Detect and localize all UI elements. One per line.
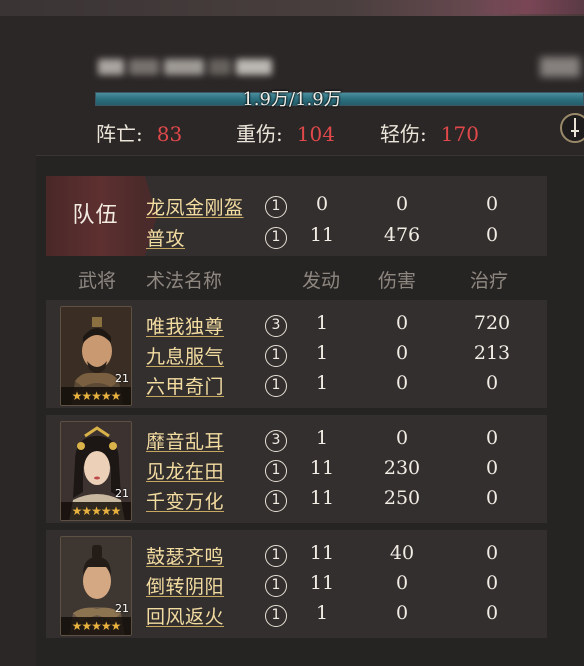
general-2-row-2-skill-name[interactable]: 见龙在田 bbox=[146, 457, 224, 484]
general-portrait-1[interactable]: 21 ★★★★★ bbox=[60, 306, 132, 406]
general-1-level: 21 bbox=[115, 372, 129, 385]
troop-hp-text: 1.9万/1.9万 bbox=[242, 89, 342, 110]
general-3-row-3-triggers: 1 bbox=[315, 602, 329, 624]
stat-heavy-wounded: 重伤: 104 bbox=[236, 118, 335, 147]
general-1-row-1-heal: 720 bbox=[473, 312, 511, 334]
sword-icon[interactable] bbox=[560, 113, 584, 143]
general-3-row-1-damage: 40 bbox=[389, 542, 415, 564]
general-2-row-3-triggers: 11 bbox=[309, 487, 335, 509]
general-3-level: 21 bbox=[115, 602, 129, 615]
general-1-row-2-heal: 213 bbox=[473, 342, 511, 364]
general-portrait-2[interactable]: 21 ★★★★★ bbox=[60, 421, 132, 521]
general-2-row-3-heal: 0 bbox=[485, 487, 499, 509]
general-2-row-2-skill-level: 1 bbox=[265, 460, 287, 482]
stat-dead-label: 阵亡: bbox=[96, 122, 143, 146]
general-1-row-3-heal: 0 bbox=[485, 372, 499, 394]
team-tag: 队伍 bbox=[46, 176, 157, 256]
stat-dead-value: 83 bbox=[156, 122, 183, 146]
general-2-row-1-triggers: 1 bbox=[315, 427, 329, 449]
team-row-2-triggers: 11 bbox=[309, 224, 335, 246]
stat-heavy-value: 104 bbox=[296, 122, 335, 146]
team-row-1-damage: 0 bbox=[395, 193, 409, 215]
general-2-row-2-damage: 230 bbox=[383, 457, 421, 479]
general-2-row-2-heal: 0 bbox=[485, 457, 499, 479]
stat-light-label: 轻伤: bbox=[380, 122, 427, 146]
general-3-row-1-heal: 0 bbox=[485, 542, 499, 564]
general-2-row-3-skill-level: 1 bbox=[265, 490, 287, 512]
general-2-level: 21 bbox=[115, 487, 129, 500]
general-1-row-3-triggers: 1 bbox=[315, 372, 329, 394]
team-row-2-skill-level: 1 bbox=[265, 227, 287, 249]
team-row-2-skill-name[interactable]: 普攻 bbox=[146, 224, 185, 251]
stat-heavy-label: 重伤: bbox=[236, 122, 283, 146]
header-heal: 治疗 bbox=[470, 270, 509, 292]
general-1-row-1-skill-name[interactable]: 唯我独尊 bbox=[146, 312, 224, 339]
team-row-1-skill-level: 1 bbox=[265, 196, 287, 218]
general-1-row-3-skill-level: 1 bbox=[265, 375, 287, 397]
general-3-row-1-triggers: 11 bbox=[309, 542, 335, 564]
stat-light-wounded: 轻伤: 170 bbox=[380, 118, 479, 147]
blurred-right-text bbox=[540, 57, 580, 77]
general-3-row-2-heal: 0 bbox=[485, 572, 499, 594]
general-3-row-3-skill-level: 1 bbox=[265, 605, 287, 627]
general-3-row-3-skill-name[interactable]: 回风返火 bbox=[146, 602, 224, 629]
general-1-row-2-skill-name[interactable]: 九息服气 bbox=[146, 342, 224, 369]
top-decor-accent bbox=[470, 0, 584, 14]
general-3-row-1-skill-level: 1 bbox=[265, 545, 287, 567]
general-2-row-3-skill-name[interactable]: 千变万化 bbox=[146, 487, 224, 514]
general-3-row-1-skill-name[interactable]: 鼓瑟齐鸣 bbox=[146, 542, 224, 569]
general-2-row-1-skill-level: 3 bbox=[265, 430, 287, 452]
team-row-2-damage: 476 bbox=[383, 224, 421, 246]
blurred-player-name bbox=[98, 55, 278, 79]
header-triggers: 发动 bbox=[302, 270, 341, 292]
general-3-stars: ★★★★★ bbox=[61, 617, 131, 635]
general-1-row-1-triggers: 1 bbox=[315, 312, 329, 334]
general-3-row-2-skill-level: 1 bbox=[265, 575, 287, 597]
general-1-row-2-skill-level: 1 bbox=[265, 345, 287, 367]
general-2-row-1-heal: 0 bbox=[485, 427, 499, 449]
general-3-row-2-damage: 0 bbox=[395, 572, 409, 594]
general-3-row-3-heal: 0 bbox=[485, 602, 499, 624]
stat-dead: 阵亡: 83 bbox=[96, 118, 182, 147]
general-1-row-1-damage: 0 bbox=[395, 312, 409, 334]
general-2-row-1-skill-name[interactable]: 靡音乱耳 bbox=[146, 427, 224, 454]
general-portrait-3[interactable]: 21 ★★★★★ bbox=[60, 536, 132, 636]
general-1-row-2-damage: 0 bbox=[395, 342, 409, 364]
general-2-row-1-damage: 0 bbox=[395, 427, 409, 449]
team-row-2-heal: 0 bbox=[485, 224, 499, 246]
team-row-1-heal: 0 bbox=[485, 193, 499, 215]
general-1-row-2-triggers: 1 bbox=[315, 342, 329, 364]
general-1-row-3-skill-name[interactable]: 六甲奇门 bbox=[146, 372, 224, 399]
header-damage: 伤害 bbox=[378, 270, 417, 292]
stat-light-value: 170 bbox=[440, 122, 479, 146]
general-1-row-1-skill-level: 3 bbox=[265, 315, 287, 337]
general-2-row-2-triggers: 11 bbox=[309, 457, 335, 479]
general-2-row-3-damage: 250 bbox=[383, 487, 421, 509]
team-row-1-skill-name[interactable]: 龙凤金刚盔 bbox=[146, 193, 244, 220]
general-3-row-3-damage: 0 bbox=[395, 602, 409, 624]
general-2-stars: ★★★★★ bbox=[61, 502, 131, 520]
general-1-stars: ★★★★★ bbox=[61, 387, 131, 405]
team-row-1-triggers: 0 bbox=[315, 193, 329, 215]
general-3-row-2-skill-name[interactable]: 倒转阴阳 bbox=[146, 572, 224, 599]
general-3-row-2-triggers: 11 bbox=[309, 572, 335, 594]
header-skill-name: 术法名称 bbox=[146, 270, 223, 292]
header-general: 武将 bbox=[78, 270, 117, 292]
general-1-row-3-damage: 0 bbox=[395, 372, 409, 394]
